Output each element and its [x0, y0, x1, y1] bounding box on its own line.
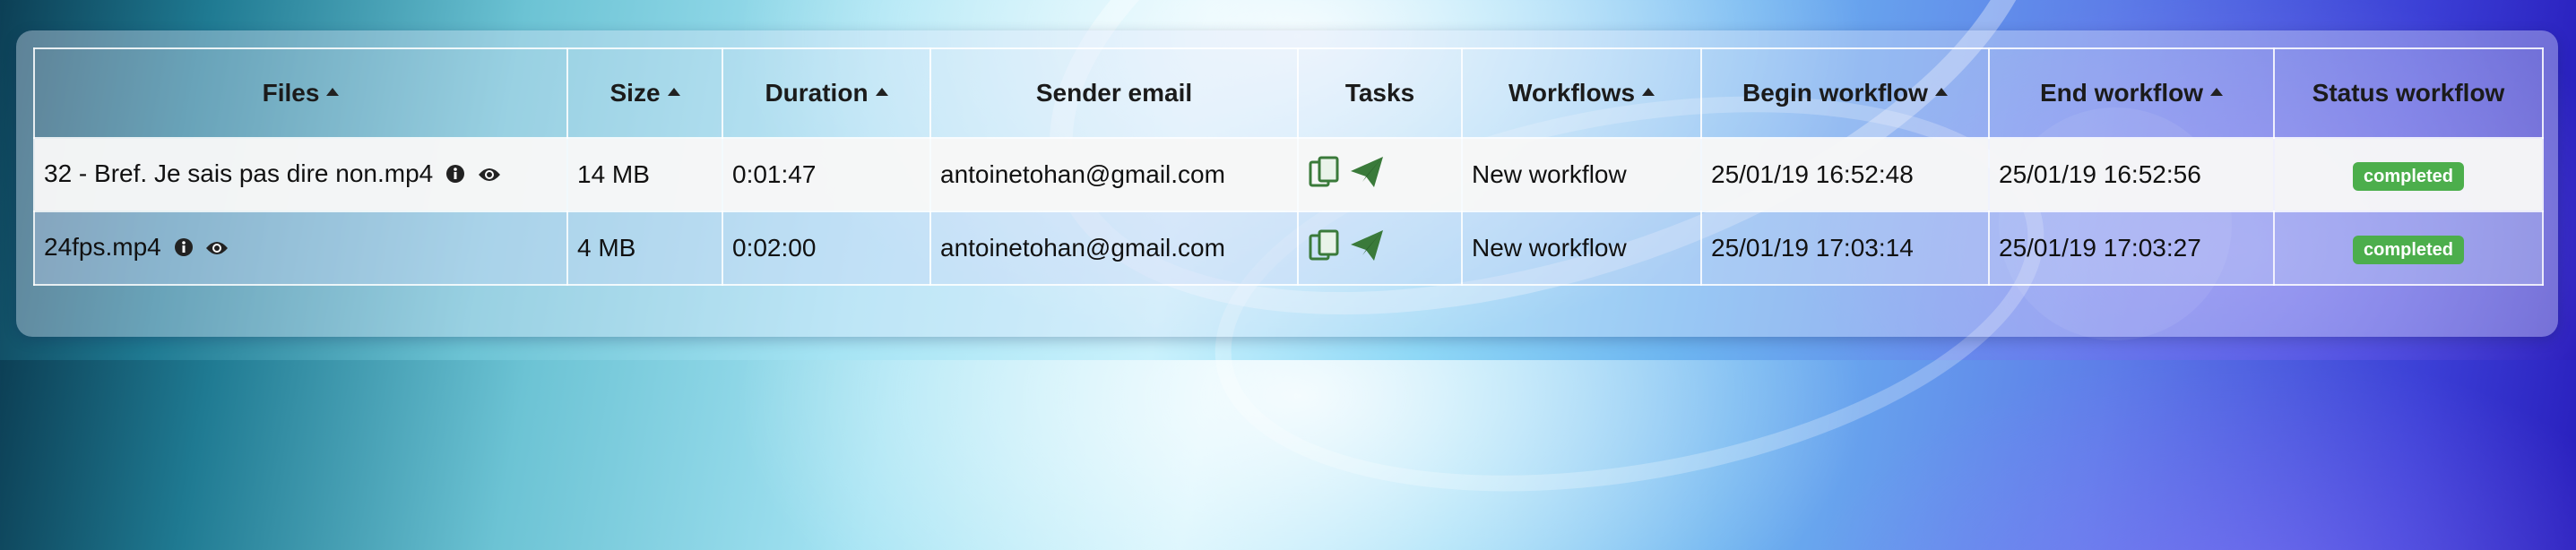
sort-asc-icon	[2210, 88, 2223, 97]
sort-asc-icon	[1934, 88, 1948, 97]
copy-files-icon[interactable]	[1308, 228, 1342, 269]
header-files[interactable]: Files	[33, 47, 568, 139]
table-row: 24fps.mp4 4 MB 0:02:00 antoinetohan@gmai…	[33, 211, 2544, 286]
sort-asc-icon	[667, 88, 680, 97]
status-badge: completed	[2352, 235, 2465, 264]
size-cell: 14 MB	[566, 137, 723, 212]
sort-asc-icon	[1642, 88, 1655, 97]
table-header-row: Files Size Duration Sender email Tasks W…	[33, 47, 2544, 139]
header-begin-workflow[interactable]: Begin workflow	[1700, 47, 1990, 139]
duration-cell: 0:02:00	[722, 211, 931, 286]
eye-icon[interactable]	[478, 161, 501, 190]
sender-email-cell: antoinetohan@gmail.com	[929, 137, 1299, 212]
eye-icon[interactable]	[205, 235, 229, 263]
copy-files-icon[interactable]	[1308, 155, 1342, 195]
info-icon[interactable]	[174, 235, 194, 263]
status-badge: completed	[2352, 161, 2465, 191]
header-size[interactable]: Size	[566, 47, 723, 139]
header-duration[interactable]: Duration	[722, 47, 931, 139]
header-end-workflow[interactable]: End workflow	[1988, 47, 2275, 139]
workflow-table: Files Size Duration Sender email Tasks W…	[33, 47, 2544, 286]
info-icon[interactable]	[445, 161, 465, 190]
begin-workflow-cell: 25/01/19 16:52:48	[1700, 137, 1990, 212]
table-row: 32 - Bref. Je sais pas dire non.mp4 14 M…	[33, 137, 2544, 212]
duration-cell: 0:01:47	[722, 137, 931, 212]
file-name: 24fps.mp4	[44, 233, 161, 262]
header-tasks: Tasks	[1297, 47, 1463, 139]
status-cell: completed	[2273, 211, 2544, 286]
workflow-cell: New workflow	[1461, 211, 1702, 286]
sort-asc-icon	[875, 88, 888, 97]
file-cell: 32 - Bref. Je sais pas dire non.mp4	[33, 137, 568, 212]
send-icon[interactable]	[1349, 155, 1385, 195]
sort-asc-icon	[326, 88, 340, 97]
end-workflow-cell: 25/01/19 17:03:27	[1988, 211, 2275, 286]
tasks-cell	[1297, 211, 1463, 286]
status-cell: completed	[2273, 137, 2544, 212]
header-workflows[interactable]: Workflows	[1461, 47, 1702, 139]
send-icon[interactable]	[1349, 228, 1385, 269]
file-name: 32 - Bref. Je sais pas dire non.mp4	[44, 159, 434, 188]
header-sender-email: Sender email	[929, 47, 1299, 139]
size-cell: 4 MB	[566, 211, 723, 286]
header-status-workflow: Status workflow	[2273, 47, 2544, 139]
begin-workflow-cell: 25/01/19 17:03:14	[1700, 211, 1990, 286]
end-workflow-cell: 25/01/19 16:52:56	[1988, 137, 2275, 212]
workflow-cell: New workflow	[1461, 137, 1702, 212]
tasks-cell	[1297, 137, 1463, 212]
file-cell: 24fps.mp4	[33, 211, 568, 286]
sender-email-cell: antoinetohan@gmail.com	[929, 211, 1299, 286]
